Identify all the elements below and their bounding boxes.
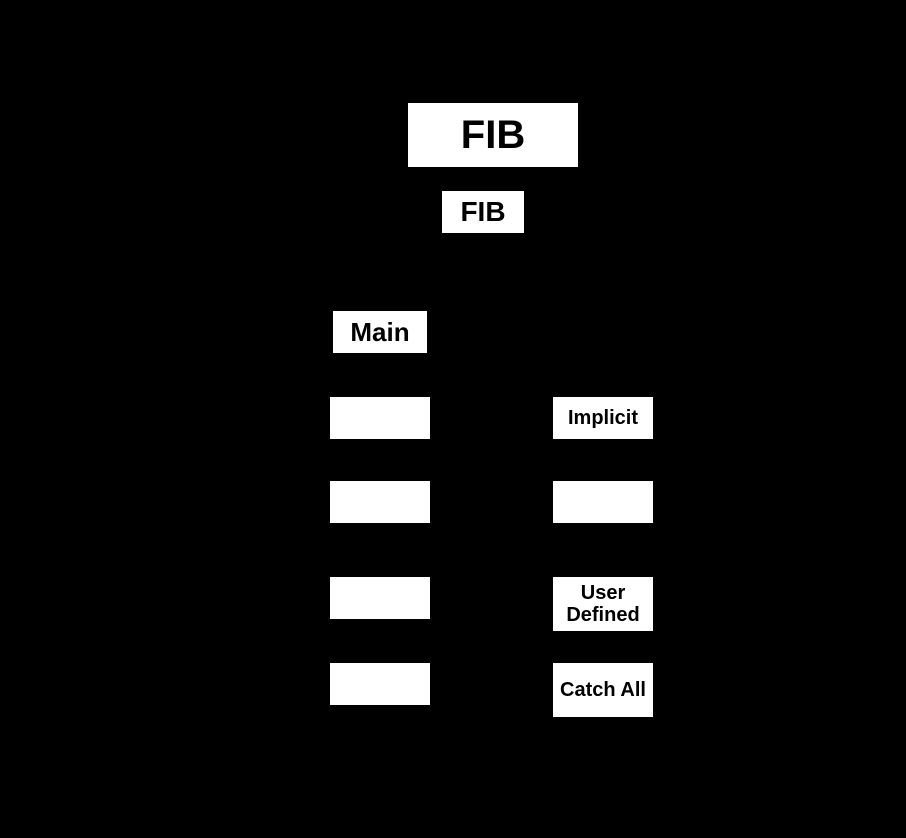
- right-slot-catch-all: Catch All: [552, 662, 654, 718]
- right-slot-1: [552, 480, 654, 524]
- right-slot-implicit: Implicit: [552, 396, 654, 440]
- left-slot-1: [329, 480, 431, 524]
- left-slot-0: [329, 396, 431, 440]
- fib-top-node: FIB: [407, 102, 579, 168]
- main-node: Main: [332, 310, 428, 354]
- left-slot-3: [329, 662, 431, 706]
- right-slot-user-defined: User Defined: [552, 576, 654, 632]
- left-slot-2: [329, 576, 431, 620]
- fib-mid-node: FIB: [441, 190, 525, 234]
